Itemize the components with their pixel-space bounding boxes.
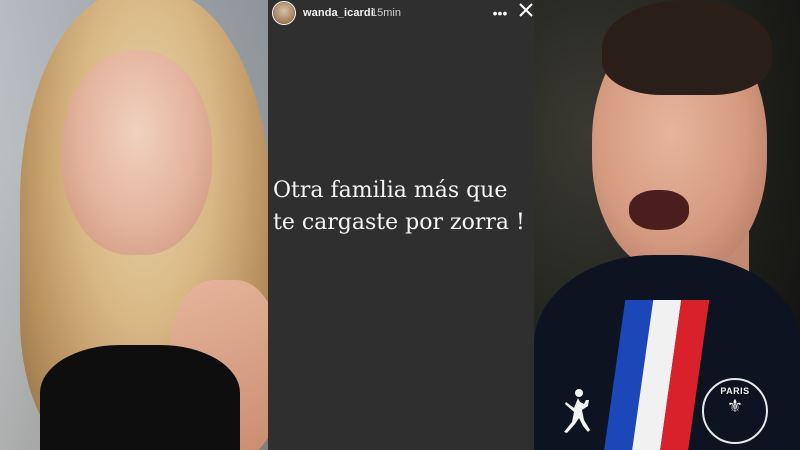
- dark-hair: [602, 0, 772, 95]
- more-horizontal-icon: •••: [492, 5, 508, 21]
- black-top: [40, 345, 240, 450]
- face: [62, 50, 212, 255]
- collage-frame: wanda_icardi 15min ••• Otra familia más …: [0, 0, 800, 450]
- open-mouth: [629, 190, 689, 230]
- jumpman-logo-icon: [564, 389, 590, 433]
- instagram-story: wanda_icardi 15min ••• Otra familia más …: [268, 0, 534, 450]
- more-options-button[interactable]: •••: [490, 4, 510, 22]
- close-button[interactable]: [519, 3, 534, 21]
- profile-avatar[interactable]: [273, 2, 295, 24]
- photo-woman: [0, 0, 268, 450]
- story-timestamp: 15min: [371, 7, 401, 19]
- story-message-text: Otra familia más que te cargaste por zor…: [273, 178, 525, 235]
- crest-label: PARIS: [720, 386, 750, 396]
- story-username[interactable]: wanda_icardi: [303, 7, 374, 19]
- photo-footballer: PARIS ⚜: [534, 0, 800, 450]
- close-icon: [519, 3, 533, 17]
- story-header: wanda_icardi 15min •••: [268, 0, 534, 30]
- psg-crest: PARIS ⚜: [702, 378, 768, 444]
- eiffel-tower-icon: ⚜: [726, 396, 744, 416]
